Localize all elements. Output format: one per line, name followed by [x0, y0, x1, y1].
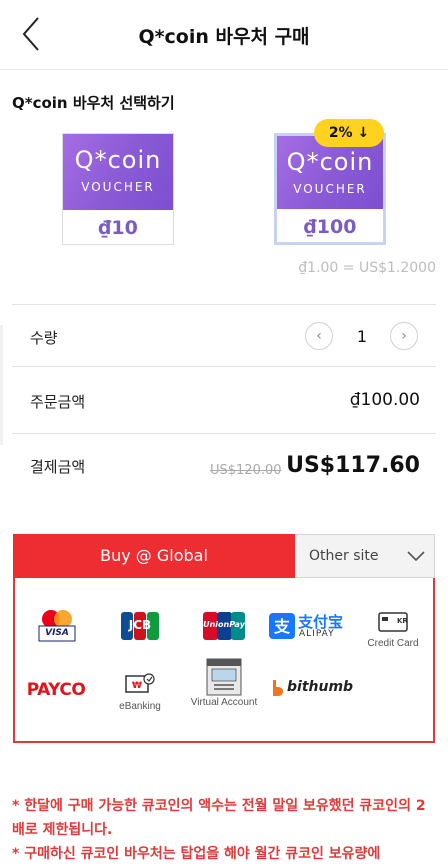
unionpay-option[interactable]: UnionPay	[202, 611, 246, 641]
voucher-card-image: Q*coin VOUCHER	[63, 134, 173, 210]
section-title: Q*coin 바우처 선택하기	[12, 94, 175, 112]
unionpay-label: UnionPay	[203, 620, 245, 629]
svg-text:KR: KR	[397, 617, 408, 625]
alipay-icon: 支	[269, 613, 295, 639]
visa-label: VISA	[45, 628, 69, 638]
voucher-subtitle: VOUCHER	[81, 180, 155, 194]
alipay-option[interactable]: 支 支付宝 ALIPAY	[269, 611, 349, 641]
divider	[12, 433, 436, 434]
bithumb-icon	[273, 680, 283, 696]
side-edge-tab	[0, 325, 3, 445]
payco-option[interactable]: PAYCO	[20, 680, 92, 702]
jcb-option[interactable]: JCB	[120, 611, 160, 641]
divider	[12, 304, 436, 305]
ebanking-icon: ₩	[125, 673, 155, 693]
credit-card-option[interactable]: KR Credit Card	[367, 612, 419, 650]
quantity-value: 1	[356, 327, 368, 346]
order-amount-label: 주문금액	[30, 393, 86, 411]
voucher-option-100[interactable]: Q*coin VOUCHER ₫100	[274, 133, 386, 245]
payco-label: PAYCO	[26, 680, 86, 700]
jcb-label: JCB	[128, 618, 152, 632]
virtual-account-option[interactable]: Virtual Account	[191, 658, 257, 718]
original-price: US$120.00	[210, 463, 282, 478]
tab-buy-global[interactable]: Buy @ Global	[13, 534, 295, 578]
app-header: Q*coin 바우처 구매	[0, 0, 448, 70]
chevron-left-icon: ‹	[316, 328, 322, 344]
order-amount-value: ₫100.00	[349, 390, 420, 410]
voucher-subtitle: VOUCHER	[293, 182, 367, 196]
tab-other-site[interactable]: Other site	[295, 534, 435, 578]
discount-badge: 2% ↓	[314, 119, 384, 147]
svg-text:支: 支	[273, 617, 291, 636]
quantity-increase-button[interactable]: ›	[390, 322, 418, 350]
alipay-en-label: ALIPAY	[299, 629, 335, 639]
bank-atm-icon	[206, 658, 242, 696]
ebanking-label: eBanking	[119, 701, 161, 712]
voucher-logo: Q*coin	[74, 146, 162, 174]
voucher-logo: Q*coin	[286, 148, 374, 176]
exchange-rate: ₫1.00 = US$1.2000	[298, 260, 436, 276]
mastercard-visa-option[interactable]: VISA	[36, 608, 78, 644]
mastercard-visa-icon	[38, 610, 76, 642]
bithumb-option[interactable]: bithumb	[270, 678, 353, 700]
quantity-label: 수량	[30, 329, 58, 347]
notice-monthly-limit: * 한달에 구매 가능한 큐코인의 액수는 전월 말일 보유했던 큐코인의 2배…	[12, 798, 426, 838]
payment-amount-label: 결제금액	[30, 458, 86, 476]
voucher-amount: ₫10	[98, 217, 138, 239]
virtual-account-label: Virtual Account	[190, 697, 258, 708]
voucher-option-10[interactable]: Q*coin VOUCHER ₫10	[62, 133, 174, 245]
credit-card-icon: KR	[378, 612, 408, 632]
final-price: US$117.60	[286, 453, 420, 478]
notice-topup: * 구매하신 큐코인 바우처는 탑업을 해야 월간 큐코인 보유량에	[12, 846, 381, 862]
tab-other-site-label: Other site	[309, 548, 379, 564]
chevron-right-icon: ›	[401, 328, 407, 344]
quantity-decrease-button[interactable]: ‹	[305, 322, 333, 350]
page-title: Q*coin 바우처 구매	[138, 26, 310, 48]
chevron-down-icon	[407, 551, 425, 562]
bithumb-label: bithumb	[287, 679, 354, 695]
voucher-amount: ₫100	[303, 216, 357, 238]
credit-card-label: Credit Card	[367, 638, 419, 649]
svg-text:₩: ₩	[132, 681, 142, 691]
divider	[12, 366, 436, 367]
ebanking-option[interactable]: ₩ eBanking	[119, 672, 161, 716]
